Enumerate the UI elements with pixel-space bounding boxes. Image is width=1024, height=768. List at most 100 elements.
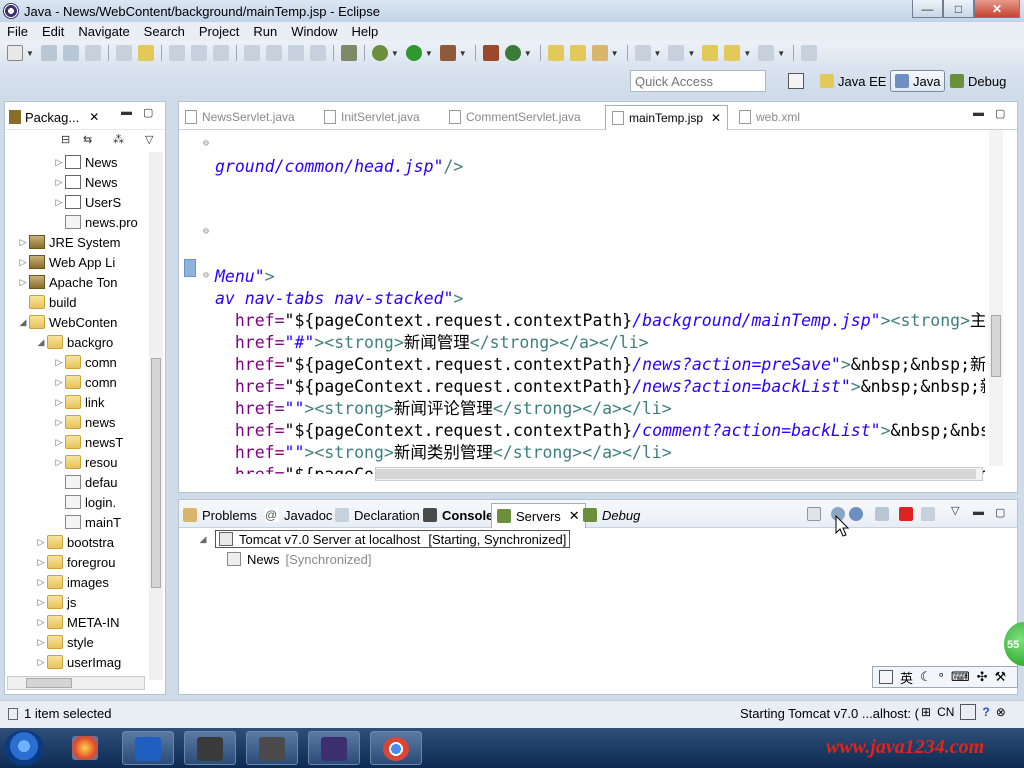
tab-maintemp-jsp[interactable]: mainTemp.jsp ✕ bbox=[605, 105, 729, 130]
code-line[interactable]: href=""><strong>新闻类别管理</strong></a></li> bbox=[215, 442, 672, 464]
fold-toggle-icon[interactable]: ⊖ bbox=[203, 226, 209, 237]
new-class-icon[interactable] bbox=[504, 45, 521, 61]
tree-item[interactable]: ▷ News bbox=[53, 152, 118, 172]
help-icon[interactable]: ? bbox=[982, 705, 989, 719]
open-type-icon[interactable] bbox=[547, 45, 564, 61]
ime-mode-icon[interactable]: ⊞ bbox=[921, 705, 931, 719]
tree-item[interactable]: ▷ META-IN bbox=[35, 612, 120, 632]
menu-window[interactable]: Window bbox=[284, 24, 344, 39]
back-icon[interactable] bbox=[724, 45, 741, 61]
tab-commentservlet-java[interactable]: CommentServlet.java bbox=[449, 106, 581, 128]
server-tree-row[interactable]: ◢ Tomcat v7.0 Server at localhost [Start… bbox=[197, 529, 571, 549]
code-line[interactable]: ground/common/head.jsp"/> bbox=[215, 156, 463, 178]
tree-item[interactable]: ◢ WebConten bbox=[17, 312, 118, 332]
ime-toolbar[interactable]: 英 ☾ ° ⌨ ✣ ⚒ bbox=[872, 666, 1018, 688]
print-icon[interactable] bbox=[84, 45, 101, 61]
external-tools-icon[interactable] bbox=[439, 45, 456, 61]
tree-item[interactable]: defau bbox=[53, 472, 118, 492]
tab-web-xml[interactable]: web.xml bbox=[739, 106, 800, 128]
close-icon[interactable]: ✕ bbox=[711, 111, 721, 125]
profile-server-icon[interactable] bbox=[875, 507, 889, 521]
start-server-icon[interactable] bbox=[849, 507, 863, 521]
view-menu-icon[interactable]: ▽ bbox=[951, 504, 959, 517]
terminate-icon[interactable] bbox=[287, 45, 304, 61]
debug-icon[interactable] bbox=[371, 45, 388, 61]
tab-newsservlet-java[interactable]: NewsServlet.java bbox=[185, 106, 295, 128]
expand-arrow-icon[interactable]: ▷ bbox=[53, 377, 65, 388]
close-icon[interactable]: ✕ bbox=[569, 508, 580, 524]
scrollbar-thumb[interactable] bbox=[376, 469, 976, 479]
scrollbar-thumb[interactable] bbox=[26, 678, 72, 688]
tree-item[interactable]: news.pro bbox=[53, 212, 138, 232]
collapse-arrow-icon[interactable]: ◢ bbox=[197, 534, 209, 545]
new-class-dropdown-icon[interactable]: ▼ bbox=[524, 49, 532, 58]
new-dropdown-icon[interactable]: ▼ bbox=[26, 49, 34, 58]
next-annotation-icon[interactable] bbox=[634, 45, 651, 61]
expand-arrow-icon[interactable]: ▷ bbox=[53, 397, 65, 408]
tree-item[interactable]: ▷ comn bbox=[53, 352, 117, 372]
expand-arrow-icon[interactable]: ▷ bbox=[53, 437, 65, 448]
open-perspective-icon[interactable] bbox=[788, 73, 804, 89]
tree-item[interactable]: login. bbox=[53, 492, 116, 512]
expand-arrow-icon[interactable]: ▷ bbox=[17, 237, 29, 248]
language-code[interactable]: CN bbox=[937, 705, 954, 719]
publish-icon[interactable] bbox=[921, 507, 935, 521]
run-dropdown-icon[interactable]: ▼ bbox=[425, 49, 433, 58]
tree-item[interactable]: ▷ images bbox=[35, 572, 109, 592]
code-line[interactable]: av nav-tabs nav-stacked"> bbox=[215, 288, 463, 310]
fold-toggle-icon[interactable]: ⊖ bbox=[203, 138, 209, 149]
tree-item[interactable]: ◢ backgro bbox=[35, 332, 114, 352]
taskbar-app-word[interactable] bbox=[122, 731, 174, 765]
module-row[interactable]: News [Synchronized] bbox=[227, 549, 372, 569]
perspective-debug[interactable]: Debug bbox=[946, 70, 1010, 92]
code-line[interactable]: href="${pageContext.request.contextPath}… bbox=[215, 376, 985, 398]
taskbar-app-photos[interactable] bbox=[60, 731, 112, 765]
expand-arrow-icon[interactable]: ▷ bbox=[53, 417, 65, 428]
step-icon[interactable] bbox=[212, 45, 229, 61]
tree-item[interactable]: ▷ bootstra bbox=[35, 532, 114, 552]
focus-icon[interactable]: ⁂ bbox=[113, 133, 124, 146]
minimize-panel-icon[interactable]: ▬ bbox=[973, 107, 984, 119]
skip-breakpoints-icon[interactable] bbox=[340, 45, 357, 61]
expand-arrow-icon[interactable]: ▷ bbox=[35, 577, 47, 588]
pin-editor-icon[interactable] bbox=[801, 45, 818, 61]
expand-arrow-icon[interactable]: ◢ bbox=[17, 317, 29, 328]
taskbar-app-eclipse[interactable] bbox=[308, 731, 360, 765]
code-line[interactable]: href="${pageContext.request.contextPath}… bbox=[215, 354, 985, 376]
tree-vertical-scrollbar[interactable] bbox=[149, 152, 163, 680]
code-editor[interactable]: ⊖ ground/common/head.jsp"/> ⊖ ⊖ Menu"> av nav… bbox=[179, 130, 985, 474]
expand-arrow-icon[interactable]: ▷ bbox=[35, 537, 47, 548]
next-annotation-dropdown-icon[interactable]: ▼ bbox=[654, 49, 662, 58]
tab-debug[interactable]: Debug bbox=[583, 504, 640, 526]
minimize-panel-icon[interactable]: ▬ bbox=[121, 106, 132, 118]
search-dropdown-icon[interactable]: ▼ bbox=[611, 49, 619, 58]
expand-arrow-icon[interactable]: ▷ bbox=[17, 277, 29, 288]
ime-language[interactable]: 英 bbox=[900, 668, 913, 687]
tree-item[interactable]: ▷ JRE System bbox=[17, 232, 121, 252]
menu-run[interactable]: Run bbox=[246, 24, 284, 39]
keyboard-icon[interactable]: ⌨ bbox=[951, 669, 970, 685]
expand-arrow-icon[interactable]: ▷ bbox=[53, 197, 65, 208]
tree-item[interactable]: ▷ resou bbox=[53, 452, 118, 472]
run-icon[interactable] bbox=[405, 45, 422, 61]
scrollbar-thumb[interactable] bbox=[991, 315, 1001, 377]
moon-icon[interactable]: ☾ bbox=[920, 669, 932, 685]
view-menu-icon[interactable]: ▽ bbox=[145, 133, 153, 146]
tree-item[interactable]: build bbox=[17, 292, 76, 312]
new-icon[interactable] bbox=[7, 45, 23, 61]
tree-item[interactable]: ▷ news bbox=[53, 412, 116, 432]
maximize-panel-icon[interactable]: ▢ bbox=[995, 107, 1005, 120]
tree-item[interactable]: ▷ Web App Li bbox=[17, 252, 116, 272]
undo-icon[interactable] bbox=[168, 45, 185, 61]
tree-item[interactable]: ▷ News bbox=[53, 172, 118, 192]
forward-dropdown-icon[interactable]: ▼ bbox=[777, 49, 785, 58]
last-edit-icon[interactable] bbox=[702, 45, 719, 61]
fold-toggle-icon[interactable]: ⊖ bbox=[203, 270, 209, 281]
tab-declaration[interactable]: Declaration bbox=[335, 504, 420, 526]
close-icon[interactable]: ⊗ bbox=[996, 705, 1006, 719]
redo-icon[interactable] bbox=[190, 45, 207, 61]
save-icon[interactable] bbox=[40, 45, 57, 61]
tree-item[interactable]: ▷ newsT bbox=[53, 432, 124, 452]
ime-box-icon[interactable] bbox=[960, 704, 977, 720]
perspective-java[interactable]: Java bbox=[890, 70, 946, 92]
